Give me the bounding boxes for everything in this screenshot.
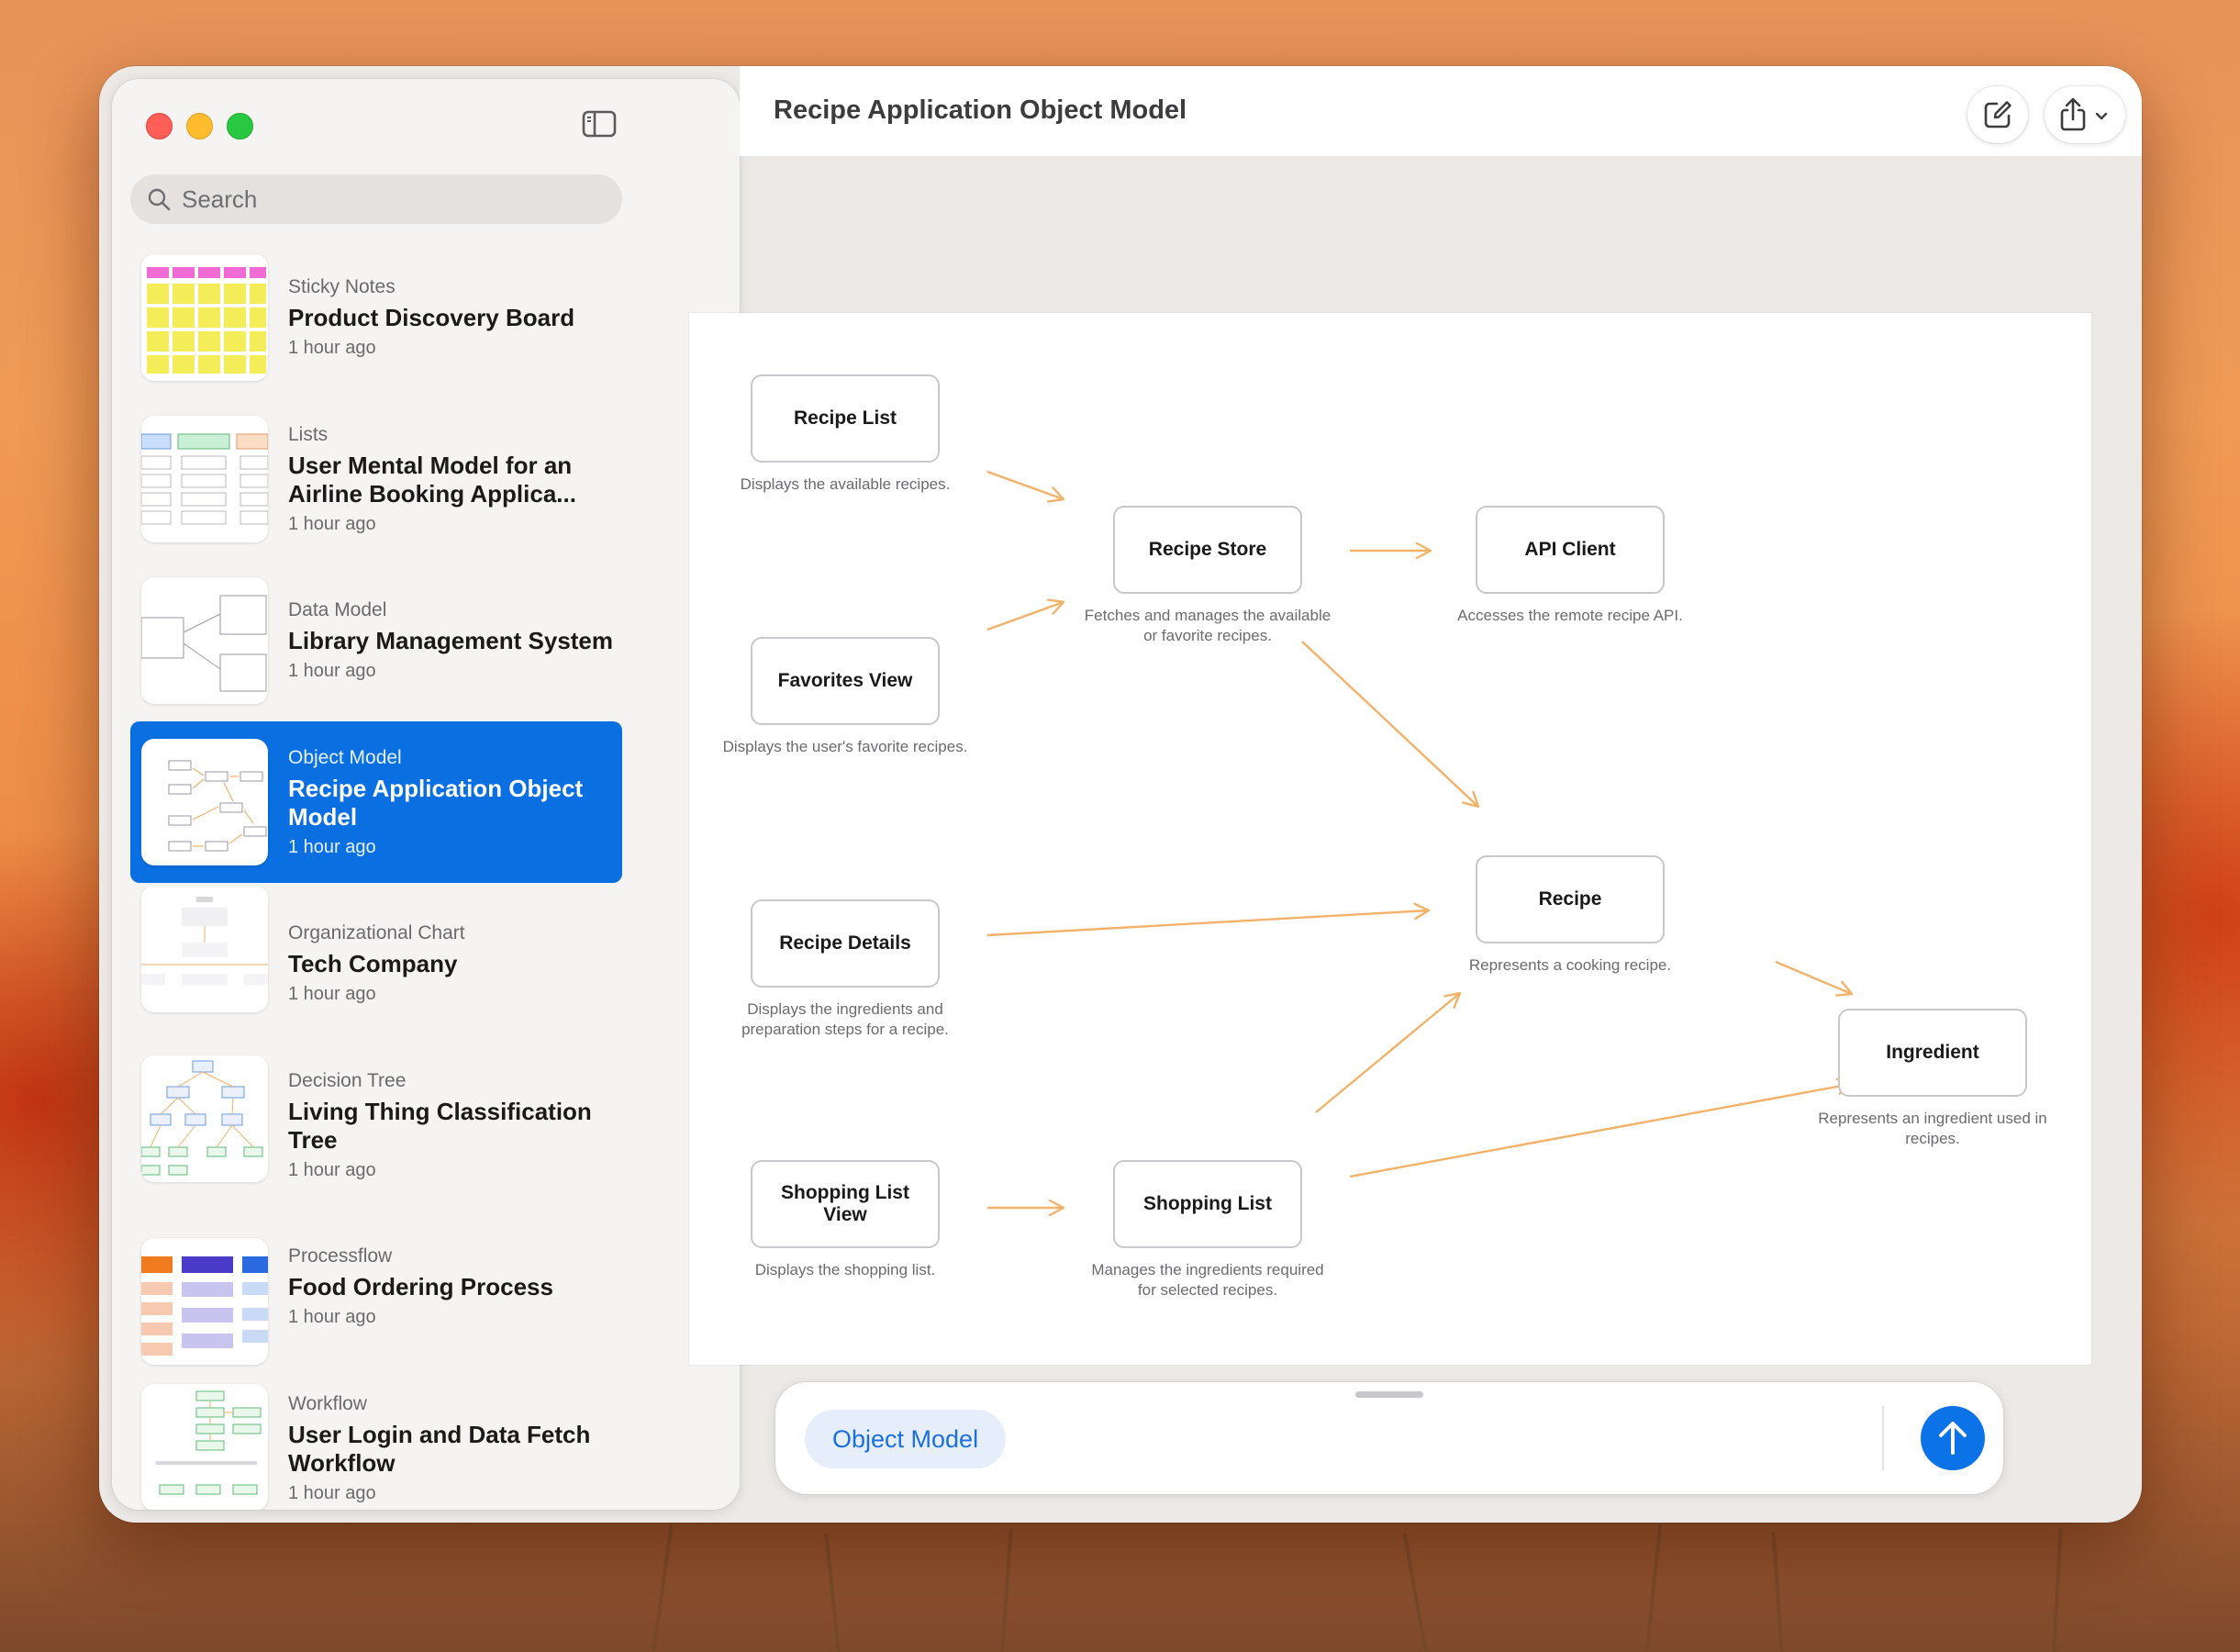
node-description: Displays the available recipes. [740,475,951,493]
document-title: User Login and Data Fetch Workflow [288,1420,591,1477]
page-title: Recipe Application Object Model [774,95,1187,125]
node-description: Displays the shopping list. [754,1261,936,1278]
document-item[interactable]: Data Model Library Management System 1 h… [130,560,622,721]
sidebar: Sticky Notes Product Discovery Board 1 h… [112,79,740,1510]
document-time: 1 hour ago [288,1307,376,1327]
document-thumbnail [141,416,268,542]
document-thumbnail [141,739,268,865]
document-text: Sticky Notes Product Discovery Board 1 h… [288,276,613,359]
divider [1882,1406,1884,1470]
send-button[interactable] [1921,1406,1985,1470]
document-title: Food Ordering Process [288,1273,553,1300]
node-description: Displays the ingredients and preparation… [741,1000,949,1038]
resize-handle[interactable] [1355,1391,1423,1398]
new-document-button[interactable] [1967,86,2028,143]
node-shopping-list[interactable]: Shopping List [1113,1160,1302,1248]
document-text: Lists User Mental Model for an Airline B… [288,424,613,535]
document-text: Organizational Chart Tech Company 1 hour… [288,922,613,1005]
search-icon [148,188,171,211]
document-thumbnail [141,1055,268,1182]
prompt-bar[interactable]: Object Model [775,1382,2003,1494]
document-category: Lists [288,423,329,445]
node-description: Accesses the remote recipe API. [1457,607,1683,624]
document-category: Data Model [288,599,387,620]
app-window: Sticky Notes Product Discovery Board 1 h… [99,66,2142,1523]
node-description: Represents an ingredient used in recipes… [1818,1110,2047,1147]
document-text: Decision Tree Living Thing Classificatio… [288,1070,613,1181]
document-text: Workflow User Login and Data Fetch Workf… [288,1393,613,1504]
sidebar-toggle-icon[interactable] [582,110,617,138]
document-category: Organizational Chart [288,922,465,943]
document-category: Sticky Notes [288,276,396,297]
compose-icon [1984,101,2012,128]
document-thumbnail [141,577,268,704]
node-favorites-view[interactable]: Favorites View [751,637,940,725]
node-ingredient[interactable]: Ingredient [1838,1009,2027,1097]
arrow-up-icon [1939,1422,1967,1455]
document-item[interactable]: Decision Tree Living Thing Classificatio… [130,1044,622,1206]
document-item[interactable]: Workflow User Login and Data Fetch Workf… [130,1367,622,1510]
document-thumbnail [141,886,268,1012]
document-category: Object Model [288,746,402,768]
document-item[interactable]: Sticky Notes Product Discovery Board 1 h… [130,237,622,398]
document-text: Processflow Food Ordering Process 1 hour… [288,1245,613,1328]
document-item[interactable]: Lists User Mental Model for an Airline B… [130,398,622,560]
document-item[interactable]: Organizational Chart Tech Company 1 hour… [130,883,622,1044]
node-description: Represents a cooking recipe. [1468,956,1672,974]
document-time: 1 hour ago [288,1159,376,1180]
node-description: Manages the ingredients required for sel… [1091,1261,1324,1299]
node-description: Fetches and manages the available or fav… [1084,607,1332,644]
zoom-window-button[interactable] [227,113,253,140]
document-time: 1 hour ago [288,984,376,1004]
document-time: 1 hour ago [288,513,376,534]
document-time: 1 hour ago [288,661,376,681]
document-time: 1 hour ago [288,338,376,358]
document-text: Object Model Recipe Application Object M… [288,747,613,858]
share-icon [2060,97,2108,131]
diagram-type-chip[interactable]: Object Model [805,1410,1007,1468]
share-button[interactable] [2045,86,2125,143]
search-bar[interactable] [130,174,622,224]
document-category: Workflow [288,1392,367,1414]
document-thumbnail [141,1238,268,1365]
document-title: Living Thing Classification Tree [288,1097,592,1154]
node-recipe[interactable]: Recipe [1476,855,1665,943]
document-time: 1 hour ago [288,836,376,857]
diagram-canvas[interactable]: Recipe List Displays the available recip… [689,313,2091,1365]
document-thumbnail [141,1384,268,1510]
document-item[interactable]: Processflow Food Ordering Process 1 hour… [130,1206,622,1367]
document-item-selected[interactable]: Object Model Recipe Application Object M… [130,721,622,883]
minimize-window-button[interactable] [186,113,213,140]
document-text: Data Model Library Management System 1 h… [288,599,613,682]
node-api-client[interactable]: API Client [1476,506,1665,594]
search-input[interactable] [182,184,585,214]
node-recipe-list[interactable]: Recipe List [751,374,940,463]
document-title: Library Management System [288,627,614,654]
node-shopping-list-view[interactable]: Shopping List View [751,1160,940,1248]
main-header: Recipe Application Object Model [740,66,2142,156]
document-title: User Mental Model for an Airline Booking… [288,451,576,508]
document-category: Decision Tree [288,1069,407,1091]
document-title: Product Discovery Board [288,304,575,331]
document-thumbnail [141,254,268,381]
close-window-button[interactable] [146,113,173,140]
node-description: Displays the user's favorite recipes. [722,738,968,755]
document-time: 1 hour ago [288,1482,376,1503]
document-category: Processflow [288,1245,393,1267]
node-recipe-details[interactable]: Recipe Details [751,899,940,988]
document-title: Tech Company [288,950,458,977]
document-title: Recipe Application Object Model [288,774,584,831]
node-recipe-store[interactable]: Recipe Store [1113,506,1302,594]
